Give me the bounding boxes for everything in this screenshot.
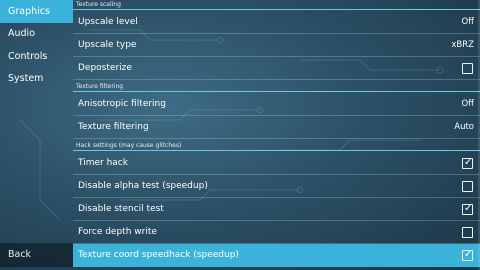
setting-value: xBRZ xyxy=(451,40,474,50)
setting-label: Disable alpha test (speedup) xyxy=(78,181,208,191)
setting-timer-hack[interactable]: Timer hack ✓ xyxy=(73,152,480,175)
setting-value: Off xyxy=(461,99,474,109)
sidebar-item-system[interactable]: System xyxy=(0,67,73,90)
setting-label: Upscale level xyxy=(78,17,138,27)
settings-panel: Texture scaling Upscale level Off Upscal… xyxy=(73,0,480,270)
setting-texture-filtering[interactable]: Texture filtering Auto xyxy=(73,116,480,139)
section-header-texture-scaling: Texture scaling xyxy=(73,0,480,10)
checkmark-icon: ✓ xyxy=(464,249,473,260)
setting-anisotropic-filtering[interactable]: Anisotropic filtering Off xyxy=(73,93,480,116)
back-button-label: Back xyxy=(8,249,32,260)
setting-label: Anisotropic filtering xyxy=(78,99,166,109)
deposterize-checkbox[interactable] xyxy=(462,63,473,74)
setting-label: Texture coord speedhack (speedup) xyxy=(78,250,239,260)
setting-disable-stencil-test[interactable]: Disable stencil test ✓ xyxy=(73,198,480,221)
texture-coord-speedhack-checkbox[interactable]: ✓ xyxy=(462,249,473,261)
checkmark-icon: ✓ xyxy=(464,203,473,214)
setting-force-depth-write[interactable]: Force depth write xyxy=(73,221,480,244)
sidebar-item-label: Audio xyxy=(8,28,36,39)
sidebar-item-label: Graphics xyxy=(8,6,50,17)
setting-upscale-level[interactable]: Upscale level Off xyxy=(73,11,480,34)
setting-deposterize[interactable]: Deposterize xyxy=(73,57,480,80)
setting-label: Force depth write xyxy=(78,227,157,237)
setting-label: Upscale type xyxy=(78,40,137,50)
setting-value: Auto xyxy=(454,122,474,132)
section-header-hack-settings: Hack settings (may cause glitches) xyxy=(73,141,480,151)
sidebar-item-controls[interactable]: Controls xyxy=(0,45,73,68)
setting-label: Texture filtering xyxy=(78,122,149,132)
setting-texture-coord-speedhack[interactable]: Texture coord speedhack (speedup) ✓ xyxy=(73,244,480,267)
disable-alpha-test-checkbox[interactable] xyxy=(462,181,473,192)
sidebar-item-label: Controls xyxy=(8,51,48,62)
sidebar: Graphics Audio Controls System Back xyxy=(0,0,73,270)
sidebar-item-graphics[interactable]: Graphics xyxy=(0,0,73,23)
setting-upscale-type[interactable]: Upscale type xBRZ xyxy=(73,34,480,57)
setting-label: Disable stencil test xyxy=(78,204,164,214)
setting-label: Deposterize xyxy=(78,63,132,73)
setting-label: Timer hack xyxy=(78,158,128,168)
sidebar-item-audio[interactable]: Audio xyxy=(0,22,73,45)
timer-hack-checkbox[interactable]: ✓ xyxy=(462,157,473,169)
disable-stencil-test-checkbox[interactable]: ✓ xyxy=(462,203,473,215)
setting-disable-alpha-test[interactable]: Disable alpha test (speedup) xyxy=(73,175,480,198)
force-depth-write-checkbox[interactable] xyxy=(462,227,473,238)
section-header-texture-filtering: Texture filtering xyxy=(73,82,480,92)
back-button[interactable]: Back xyxy=(0,243,73,267)
checkmark-icon: ✓ xyxy=(464,157,473,168)
setting-value: Off xyxy=(461,17,474,27)
sidebar-item-label: System xyxy=(8,73,44,84)
